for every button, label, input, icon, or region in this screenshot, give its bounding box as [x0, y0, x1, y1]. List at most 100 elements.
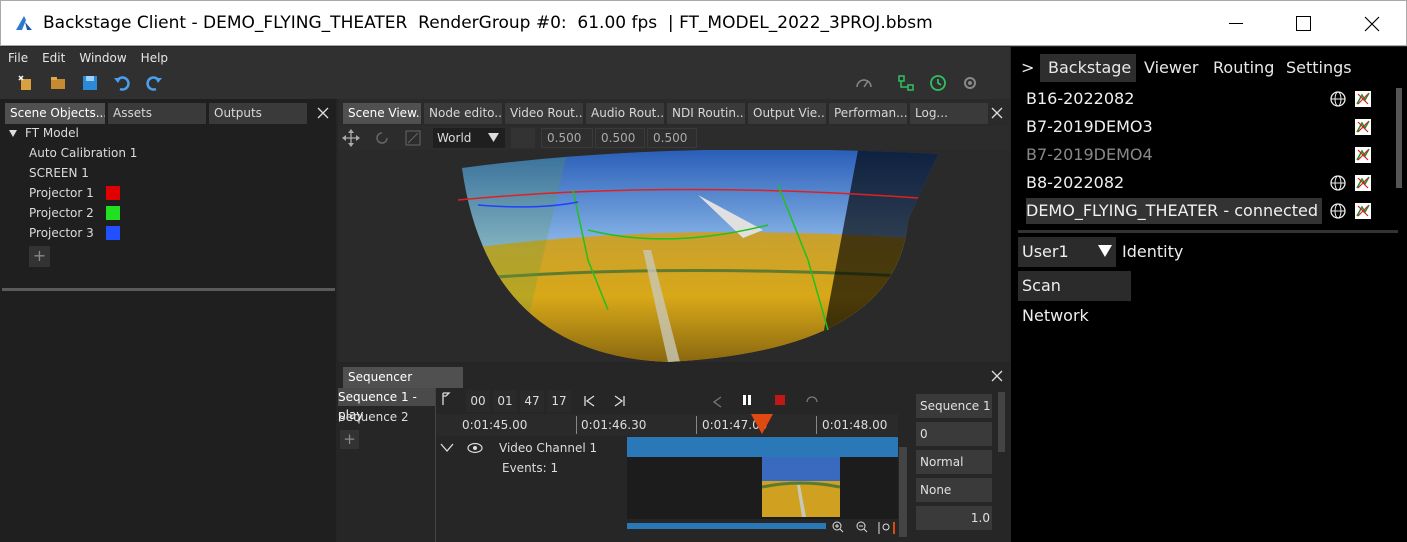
tree-item-projector-3[interactable]: Projector 3: [29, 226, 94, 240]
minimize-button[interactable]: [1202, 1, 1270, 47]
tab-scene-view[interactable]: Scene View...: [343, 103, 421, 124]
properties-scrollbar[interactable]: [998, 392, 1005, 452]
timeline-scrollbar[interactable]: [627, 523, 826, 529]
globe-icon[interactable]: [1329, 202, 1347, 220]
zoom-out-icon[interactable]: [856, 521, 868, 533]
timecode-hours[interactable]: 00: [466, 390, 490, 412]
scale-y-field[interactable]: 0.500: [595, 128, 645, 148]
close-button[interactable]: [1338, 1, 1406, 47]
menu-edit[interactable]: Edit: [42, 51, 65, 65]
tree-root[interactable]: FT Model: [25, 126, 79, 140]
device-row[interactable]: B7-2019DEMO3: [1026, 114, 1153, 140]
channel-vertical-scrollbar[interactable]: [899, 447, 907, 537]
step-back-icon[interactable]: [581, 393, 597, 409]
tab-routing[interactable]: Routing: [1213, 54, 1274, 82]
projector-2-color-swatch[interactable]: [106, 206, 120, 220]
maximize-button[interactable]: [1270, 1, 1338, 47]
move-tool-icon[interactable]: [342, 129, 360, 147]
step-forward-icon[interactable]: [612, 393, 628, 409]
close-icon[interactable]: [317, 107, 329, 119]
channel-label[interactable]: Video Channel 1: [499, 441, 597, 455]
performance-gauge-icon[interactable]: [854, 73, 874, 93]
timecode-minutes[interactable]: 01: [493, 390, 517, 412]
projector-1-color-swatch[interactable]: [106, 186, 120, 200]
device-row[interactable]: B16-2022082: [1026, 86, 1134, 112]
pause-icon[interactable]: [741, 394, 753, 406]
device-status-icon[interactable]: [1354, 118, 1372, 136]
coordinate-space-select[interactable]: World: [433, 128, 505, 148]
device-list-scrollbar[interactable]: [1396, 88, 1402, 188]
sync-status-icon[interactable]: [896, 73, 916, 93]
panel-expand-button[interactable]: >: [1021, 54, 1034, 82]
tab-viewer[interactable]: Viewer: [1144, 54, 1198, 82]
timecode-seconds[interactable]: 47: [520, 390, 544, 412]
marker-icon[interactable]: [441, 392, 451, 406]
lock-scale-toggle[interactable]: [511, 128, 535, 148]
tab-assets[interactable]: Assets: [108, 103, 206, 124]
zoom-fit-icon[interactable]: [878, 521, 896, 535]
menu-file[interactable]: File: [8, 51, 28, 65]
timecode-frames[interactable]: 17: [547, 390, 571, 412]
clip-thumbnail[interactable]: [762, 457, 840, 517]
tree-item-projector-1[interactable]: Projector 1: [29, 186, 94, 200]
scan-network-button[interactable]: Scan Network: [1018, 271, 1131, 325]
loop-icon[interactable]: [804, 393, 820, 409]
add-sequence-button[interactable]: +: [340, 430, 359, 449]
device-status-icon[interactable]: [1354, 90, 1372, 108]
stop-icon[interactable]: [774, 394, 786, 406]
close-icon[interactable]: [991, 107, 1003, 119]
playhead-marker-icon[interactable]: [751, 414, 773, 436]
menu-window[interactable]: Window: [79, 51, 126, 65]
device-row[interactable]: B8-2022082: [1026, 170, 1124, 196]
device-row[interactable]: B7-2019DEMO4: [1026, 142, 1153, 168]
panel-splitter[interactable]: [2, 288, 335, 291]
tab-output-viewer[interactable]: Output Vie...: [748, 103, 826, 124]
sequence-item-1[interactable]: Sequence 1 - play: [338, 388, 436, 422]
tab-performance[interactable]: Performan...: [829, 103, 907, 124]
tab-settings[interactable]: Settings: [1286, 54, 1352, 82]
tab-sequencer[interactable]: Sequencer: [343, 367, 463, 388]
scale-x-field[interactable]: 0.500: [541, 128, 593, 148]
sequence-index-field[interactable]: 0: [916, 422, 992, 446]
tree-item-screen[interactable]: SCREEN 1: [29, 166, 89, 180]
tab-log[interactable]: Log...: [910, 103, 988, 124]
settings-gear-icon[interactable]: [960, 73, 980, 93]
menu-help[interactable]: Help: [141, 51, 168, 65]
device-status-icon[interactable]: [1354, 174, 1372, 192]
new-project-icon[interactable]: [16, 73, 36, 93]
sequence-name-field[interactable]: Sequence 1: [916, 394, 992, 418]
tab-node-editor[interactable]: Node edito...: [424, 103, 502, 124]
expand-arrow-icon[interactable]: [9, 129, 18, 138]
tab-outputs[interactable]: Outputs: [209, 103, 307, 124]
projector-3-color-swatch[interactable]: [106, 226, 120, 240]
clock-status-icon[interactable]: [928, 73, 948, 93]
scale-z-field[interactable]: 0.500: [647, 128, 697, 148]
collapse-chevron-icon[interactable]: [440, 443, 454, 453]
undo-icon[interactable]: [112, 73, 132, 93]
user-select[interactable]: User1: [1018, 237, 1116, 267]
rotate-tool-icon[interactable]: [373, 129, 391, 147]
device-list-hscrollbar[interactable]: [1018, 230, 1398, 233]
3d-viewport[interactable]: [338, 150, 1010, 362]
tab-scene-objects[interactable]: Scene Objects...: [5, 103, 105, 124]
save-icon[interactable]: [80, 73, 100, 93]
device-row-selected[interactable]: DEMO_FLYING_THEATER - connected: [1026, 198, 1322, 224]
device-status-icon[interactable]: [1354, 202, 1372, 220]
scale-tool-icon[interactable]: [404, 129, 422, 147]
speed-field[interactable]: 1.0: [916, 506, 992, 530]
zoom-in-icon[interactable]: [832, 521, 844, 533]
open-project-icon[interactable]: [48, 73, 68, 93]
tree-item-auto-calibration[interactable]: Auto Calibration 1: [29, 146, 137, 160]
playback-mode-field[interactable]: Normal: [916, 450, 992, 474]
tab-backstage[interactable]: Backstage: [1040, 54, 1136, 82]
globe-icon[interactable]: [1329, 90, 1347, 108]
visibility-eye-icon[interactable]: [467, 442, 483, 454]
rewind-icon[interactable]: [708, 393, 724, 409]
tab-ndi-routing[interactable]: NDI Routin...: [667, 103, 745, 124]
sequence-item-2[interactable]: Sequence 2: [338, 408, 436, 426]
loop-mode-field[interactable]: None: [916, 478, 992, 502]
redo-icon[interactable]: [144, 73, 164, 93]
tab-video-routing[interactable]: Video Rout...: [505, 103, 583, 124]
add-object-button[interactable]: +: [29, 246, 50, 267]
channel-track-bar[interactable]: [627, 437, 898, 457]
